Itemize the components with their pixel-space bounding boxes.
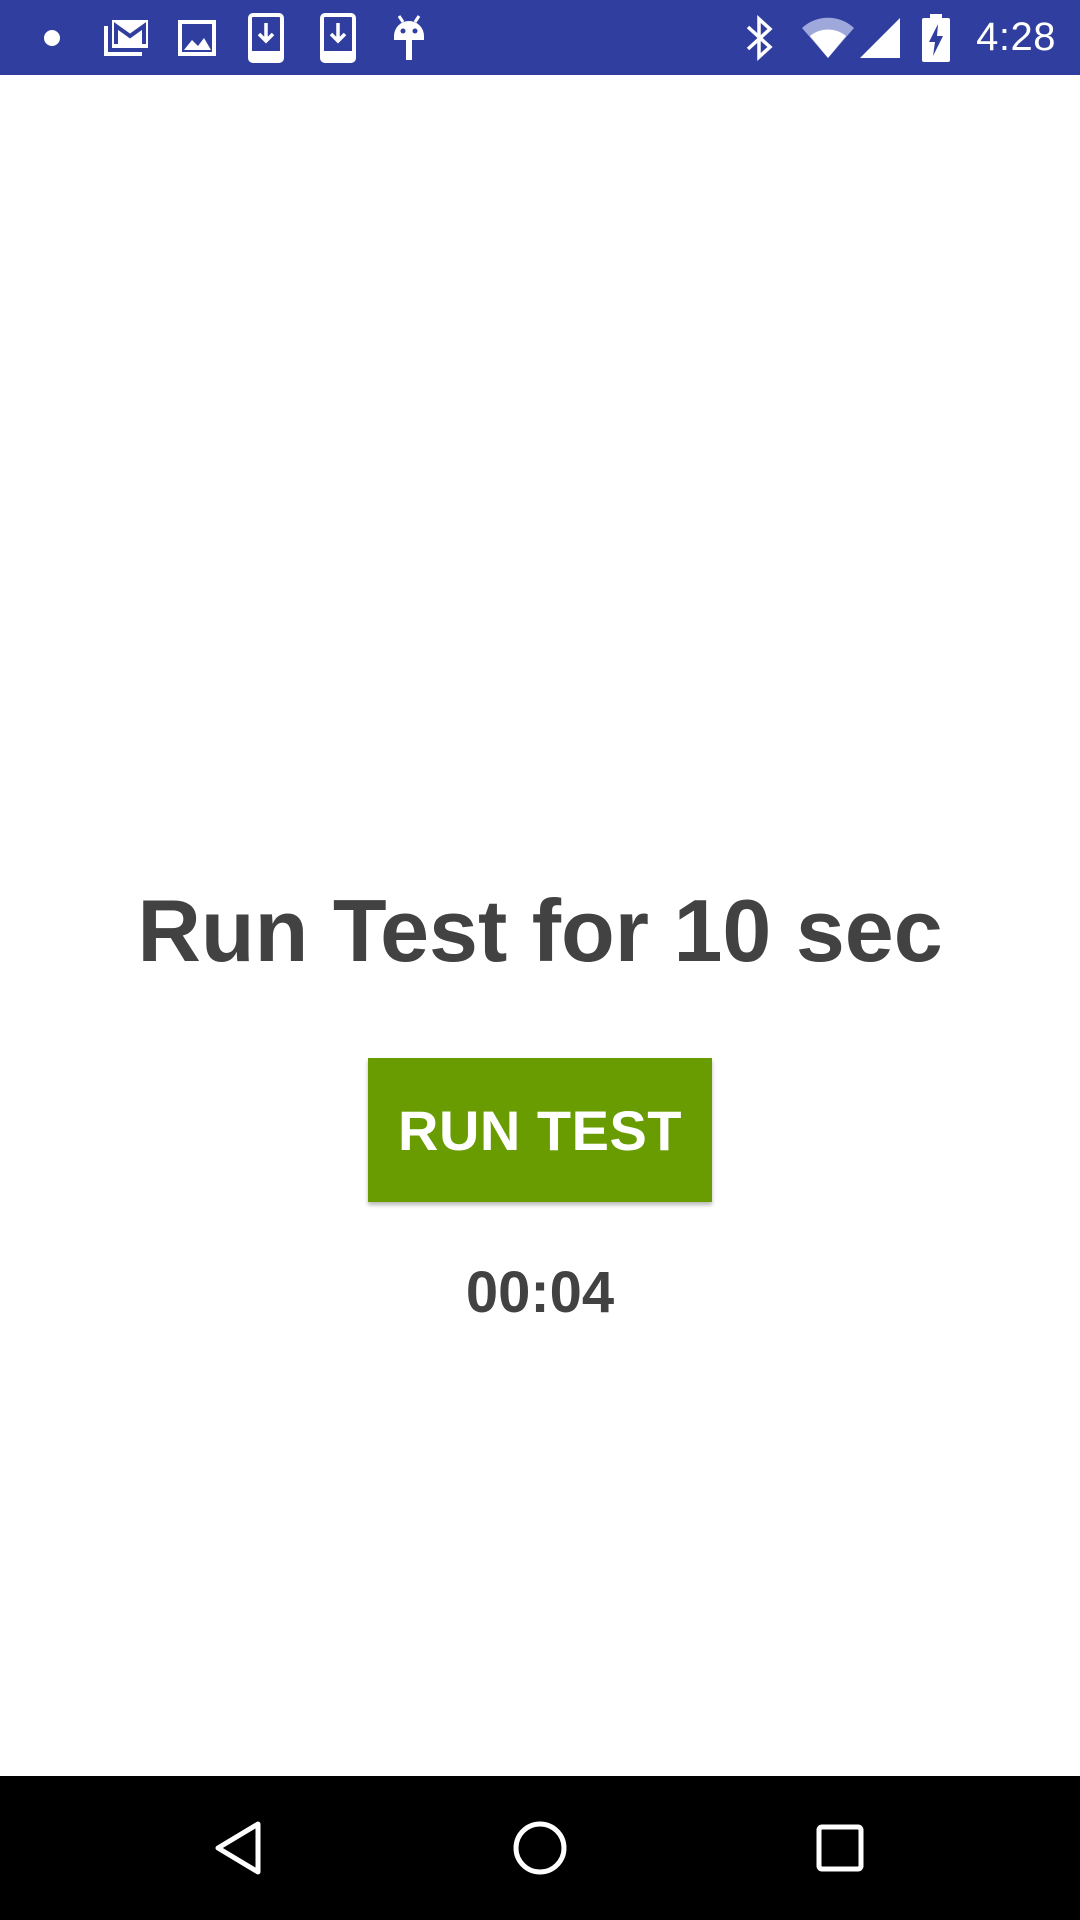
android-icon xyxy=(394,14,424,60)
back-icon xyxy=(215,1821,261,1875)
home-button[interactable] xyxy=(490,1798,590,1898)
run-test-button-label: RUN TEST xyxy=(398,1098,682,1162)
recents-icon xyxy=(816,1824,864,1872)
system-status-area: 4:28 xyxy=(744,0,1080,75)
run-test-button[interactable]: RUN TEST xyxy=(368,1058,712,1202)
wifi-icon xyxy=(802,17,855,58)
app-screen: 4:28 Run Test for 10 sec RUN TEST 00:04 xyxy=(0,0,1080,1920)
page-title: Run Test for 10 sec xyxy=(137,881,943,980)
gmail-icon xyxy=(104,19,148,56)
download-icon xyxy=(320,12,356,63)
gallery-icon xyxy=(178,19,216,56)
home-icon xyxy=(513,1821,567,1875)
cell-signal-icon xyxy=(860,17,901,58)
notification-dot-icon xyxy=(44,29,60,46)
status-time: 4:28 xyxy=(976,15,1056,59)
notification-area xyxy=(0,0,426,75)
recents-button[interactable] xyxy=(790,1798,890,1898)
navigation-bar xyxy=(0,1776,1080,1920)
status-bar: 4:28 xyxy=(0,0,1080,75)
download-icon xyxy=(248,12,284,63)
timer-display: 00:04 xyxy=(465,1260,615,1325)
back-button[interactable] xyxy=(190,1798,290,1898)
bluetooth-icon xyxy=(746,14,773,61)
battery-charging-icon xyxy=(922,13,951,62)
